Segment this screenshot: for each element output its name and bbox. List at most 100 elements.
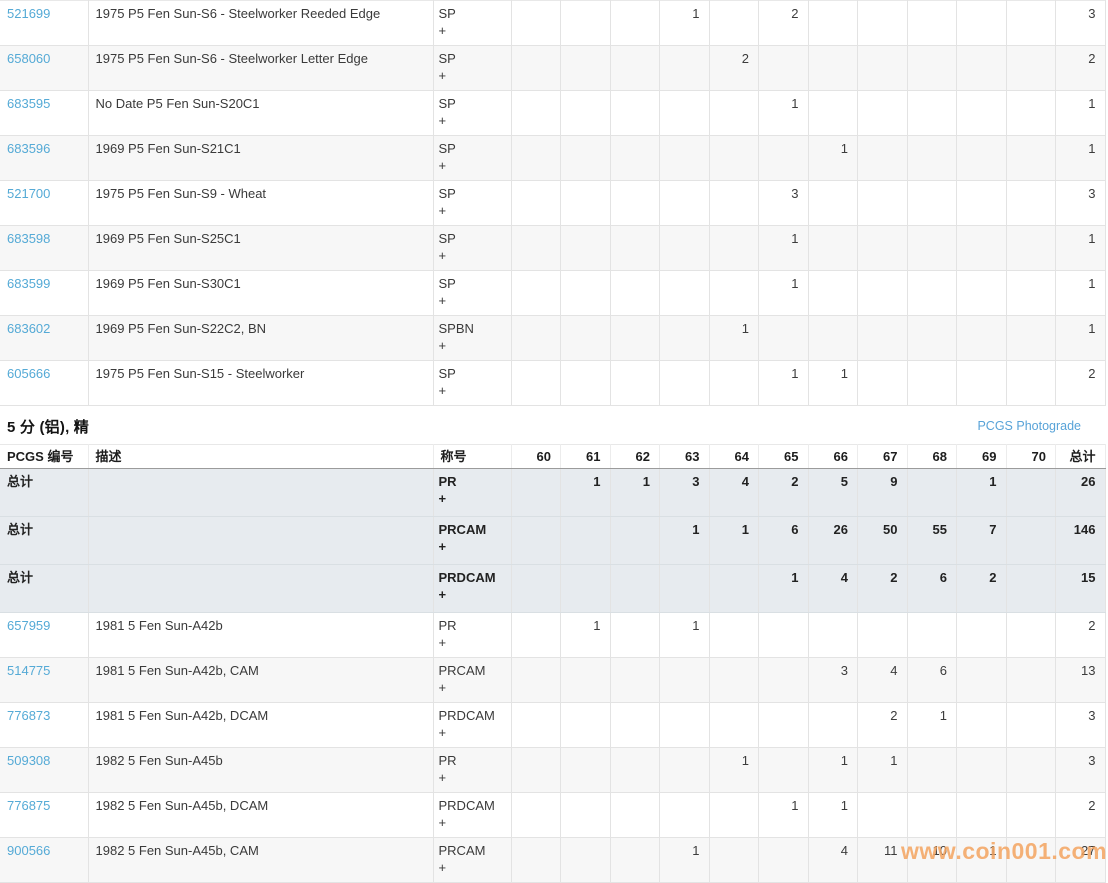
- total-count-cell: 1: [1056, 226, 1106, 271]
- grade-count-cell: 1: [907, 703, 957, 748]
- table-row: 6579591981 5 Fen Sun-A42bPR+112: [0, 613, 1105, 658]
- grade-count-cell: [907, 181, 957, 226]
- grade-count-cell: [511, 361, 561, 406]
- grade-count-cell: 4: [808, 838, 858, 883]
- grade-count-cell: 1: [808, 793, 858, 838]
- grade-count-cell: 26: [808, 517, 858, 565]
- grade-count-cell: [709, 613, 759, 658]
- grade-count-cell: [561, 517, 611, 565]
- grade-count-cell: [709, 703, 759, 748]
- grade-count-cell: [561, 748, 611, 793]
- pcgs-number-link[interactable]: 683595: [7, 96, 50, 111]
- grade-count-cell: 1: [660, 838, 710, 883]
- pcgs-number-link[interactable]: 900566: [7, 843, 50, 858]
- grade-count-cell: [957, 658, 1007, 703]
- grade-count-cell: [709, 136, 759, 181]
- grade-count-cell: [1006, 1, 1056, 46]
- grade-count-cell: [610, 46, 660, 91]
- pcgs-photograde-link[interactable]: PCGS Photograde: [977, 419, 1105, 433]
- pcgs-number-cell: 683598: [0, 226, 88, 271]
- pcgs-number-link[interactable]: 509308: [7, 753, 50, 768]
- pcgs-number-cell: 509308: [0, 748, 88, 793]
- grade-count-cell: [1006, 316, 1056, 361]
- pcgs-number-link[interactable]: 658060: [7, 51, 50, 66]
- grade-count-cell: [858, 361, 908, 406]
- designation-cell: SP+: [433, 271, 511, 316]
- total-row-label: 总计: [0, 565, 88, 613]
- pcgs-number-link[interactable]: 514775: [7, 663, 50, 678]
- designation-cell: PR+: [433, 748, 511, 793]
- table-row: 7768751982 5 Fen Sun-A45b, DCAMPRDCAM+11…: [0, 793, 1105, 838]
- grade-count-cell: [660, 271, 710, 316]
- grade-count-cell: [759, 316, 809, 361]
- grade-count-cell: [808, 1, 858, 46]
- grade-count-cell: [1006, 226, 1056, 271]
- table-row: 总计PRDCAM+1426215: [0, 565, 1105, 613]
- grade-count-cell: [858, 181, 908, 226]
- grade-count-cell: [858, 271, 908, 316]
- grade-count-cell: [511, 469, 561, 517]
- designation-cell: SPBN+: [433, 316, 511, 361]
- grade-count-cell: [610, 271, 660, 316]
- pcgs-number-link[interactable]: 605666: [7, 366, 50, 381]
- grade-count-cell: [907, 271, 957, 316]
- header-grade-60: 60: [511, 445, 561, 469]
- pcgs-number-link[interactable]: 683598: [7, 231, 50, 246]
- designation-plus: +: [439, 112, 507, 129]
- designation-label: PR: [439, 473, 507, 490]
- pcgs-number-link[interactable]: 683602: [7, 321, 50, 336]
- grade-count-cell: 1: [709, 517, 759, 565]
- grade-count-cell: 1: [610, 469, 660, 517]
- grade-count-cell: [660, 793, 710, 838]
- designation-plus: +: [439, 814, 507, 831]
- grade-count-cell: [808, 613, 858, 658]
- grade-count-cell: 2: [709, 46, 759, 91]
- pcgs-number-link[interactable]: 657959: [7, 618, 50, 633]
- grade-count-cell: 9: [858, 469, 908, 517]
- designation-plus: +: [439, 538, 507, 555]
- grade-count-cell: [759, 748, 809, 793]
- coin-description: 1982 5 Fen Sun-A45b, DCAM: [88, 793, 433, 838]
- coin-description: 1981 5 Fen Sun-A42b, CAM: [88, 658, 433, 703]
- total-row-label: 总计: [0, 517, 88, 565]
- designation-cell: PRDCAM+: [433, 703, 511, 748]
- table-row: 6835991969 P5 Fen Sun-S30C1SP+11: [0, 271, 1105, 316]
- total-count-cell: 2: [1056, 613, 1106, 658]
- grade-count-cell: [610, 517, 660, 565]
- grade-count-cell: [511, 136, 561, 181]
- header-grade-70: 70: [1006, 445, 1056, 469]
- total-count-cell: 1: [1056, 136, 1106, 181]
- grade-count-cell: 4: [709, 469, 759, 517]
- grade-count-cell: [561, 226, 611, 271]
- grade-count-cell: [808, 703, 858, 748]
- pcgs-number-link[interactable]: 521699: [7, 6, 50, 21]
- table-row: 总计PR+1134259126: [0, 469, 1105, 517]
- total-count-cell: 3: [1056, 1, 1106, 46]
- grade-count-cell: 1: [808, 136, 858, 181]
- designation-label: PRDCAM: [439, 707, 507, 724]
- grade-count-cell: 1: [759, 271, 809, 316]
- coin-description: 1981 5 Fen Sun-A42b, DCAM: [88, 703, 433, 748]
- grade-count-cell: [561, 658, 611, 703]
- grade-count-cell: [957, 1, 1007, 46]
- grade-count-cell: 3: [660, 469, 710, 517]
- grade-count-cell: [1006, 469, 1056, 517]
- pcgs-number-link[interactable]: 521700: [7, 186, 50, 201]
- grade-count-cell: [759, 136, 809, 181]
- grade-count-cell: [709, 793, 759, 838]
- grade-count-cell: [660, 181, 710, 226]
- pcgs-number-link[interactable]: 776873: [7, 708, 50, 723]
- grade-count-cell: [957, 271, 1007, 316]
- pcgs-number-cell: 683599: [0, 271, 88, 316]
- grade-count-cell: [858, 793, 908, 838]
- grade-count-cell: 55: [907, 517, 957, 565]
- pcgs-number-link[interactable]: 683599: [7, 276, 50, 291]
- designation-cell: SP+: [433, 1, 511, 46]
- designation-label: PR: [439, 617, 507, 634]
- coin-description: 1969 P5 Fen Sun-S22C2, BN: [88, 316, 433, 361]
- pcgs-number-link[interactable]: 683596: [7, 141, 50, 156]
- pcgs-number-cell: 683596: [0, 136, 88, 181]
- grade-count-cell: [808, 271, 858, 316]
- pcgs-number-link[interactable]: 776875: [7, 798, 50, 813]
- grade-count-cell: 6: [907, 565, 957, 613]
